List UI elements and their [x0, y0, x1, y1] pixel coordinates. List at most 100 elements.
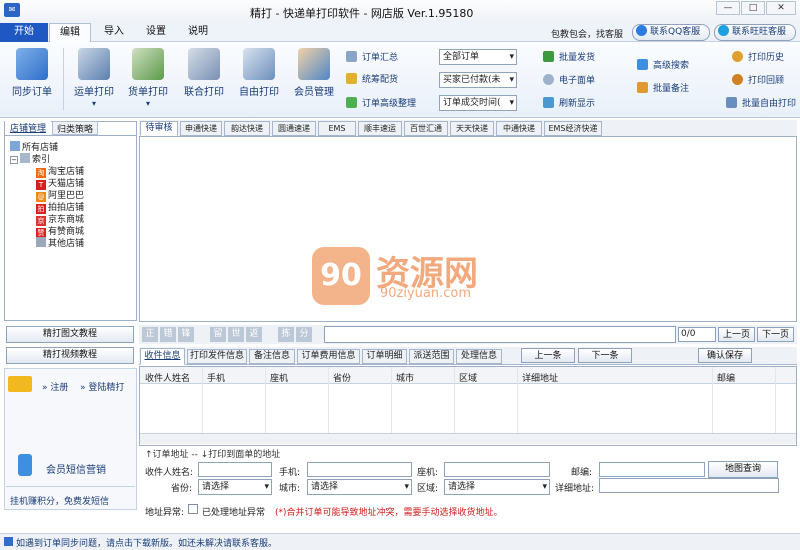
sidebar-tab-line: [4, 135, 137, 136]
grid-header-address: 详细地址: [522, 374, 559, 384]
chevron-down-icon: ▾: [145, 99, 150, 108]
e-waybill-button[interactable]: 电子面单: [543, 73, 595, 90]
tab-edit[interactable]: 编辑: [49, 23, 91, 42]
order-time-select[interactable]: 订单成交时间(: [439, 95, 517, 111]
next-record-button[interactable]: 下一条: [578, 348, 632, 363]
document-icon: [346, 51, 357, 62]
free-print-button[interactable]: 自由打印: [229, 46, 289, 106]
tab-carrier-pending[interactable]: 待审核: [140, 121, 178, 136]
quick-btn-6[interactable]: 返: [246, 327, 262, 342]
points-text: 挂机赚积分，免费发短信: [10, 497, 110, 507]
minimize-button[interactable]: —: [716, 1, 740, 15]
tab-carrier-best[interactable]: 百世汇通: [404, 121, 448, 136]
prev-record-button[interactable]: 上一条: [521, 348, 575, 363]
grid-scrollbar[interactable]: [140, 433, 796, 444]
province-label: 省份:: [171, 484, 193, 494]
confirm-save-button[interactable]: 确认保存: [698, 348, 752, 363]
batch-ship-button[interactable]: 批量发货: [543, 50, 595, 67]
member-manage-button[interactable]: 会员管理: [284, 46, 344, 106]
wangwang-service-button[interactable]: 联系旺旺客服: [714, 24, 796, 41]
phone-input[interactable]: [444, 462, 550, 477]
sync-orders-button[interactable]: 同步订单: [4, 46, 60, 106]
tab-remark-info[interactable]: 备注信息: [249, 349, 295, 364]
chevron-down-icon: ▾: [91, 99, 96, 108]
wangwang-service-label: 联系旺旺客服: [732, 27, 787, 37]
batch-remark-button[interactable]: 批量备注: [637, 81, 689, 98]
abnormal-checkbox[interactable]: [188, 504, 198, 514]
abnormal-label: 地址异常:: [145, 508, 185, 518]
waybill-print-button[interactable]: 运单打印 ▾: [64, 46, 124, 108]
tab-carrier-yto[interactable]: 圆通速递: [272, 121, 316, 136]
register-card-icon: [8, 376, 32, 392]
receiver-name-input[interactable]: [198, 462, 272, 477]
mobile-input[interactable]: [307, 462, 412, 477]
quick-btn-8[interactable]: 分: [296, 327, 312, 342]
tab-receiver-info[interactable]: 收件信息: [140, 348, 185, 365]
combined-printer-icon: [188, 48, 220, 80]
city-select[interactable]: 请选择: [307, 479, 412, 495]
quick-btn-2[interactable]: 错: [160, 327, 176, 342]
combined-print-button[interactable]: 联合打印: [174, 46, 234, 106]
stock-allocation-button[interactable]: 统筹配货: [346, 72, 398, 89]
order-filter-select[interactable]: 全部订单: [439, 49, 517, 65]
sms-marketing-link[interactable]: 会员短信营销: [46, 461, 106, 476]
batch-free-print-button[interactable]: 批量自由打印: [726, 96, 800, 113]
grid-header-zip: 邮编: [717, 374, 736, 384]
login-link[interactable]: » 登陆精打: [80, 380, 124, 393]
tab-start[interactable]: 开始: [0, 23, 48, 42]
tab-settings[interactable]: 设置: [136, 23, 176, 42]
tab-carrier-sf[interactable]: 顺丰速运: [358, 121, 402, 136]
filter-icon: [637, 59, 648, 70]
qq-service-button[interactable]: 联系QQ客服: [632, 24, 710, 41]
tab-help[interactable]: 说明: [178, 23, 218, 42]
province-select[interactable]: 请选择: [198, 479, 272, 495]
merge-warning: (*)合并订单可能导致地址冲突，需要手动选择收货地址。: [275, 508, 503, 518]
next-page-button[interactable]: 下一页: [757, 327, 794, 342]
order-summary-label: 订单汇总: [362, 53, 399, 63]
sidebar-tab-shops[interactable]: 店铺管理: [5, 121, 51, 135]
advanced-search-button[interactable]: 高级搜索: [637, 58, 689, 75]
order-summary-button[interactable]: 订单汇总: [346, 50, 398, 67]
print-history-button[interactable]: 打印历史: [732, 50, 784, 67]
tab-fee-info[interactable]: 订单费用信息: [297, 349, 360, 364]
payment-status-select[interactable]: 买家已付款(未: [439, 72, 517, 88]
tab-process-info[interactable]: 处理信息: [456, 349, 502, 364]
invoice-print-button[interactable]: 货单打印 ▾: [118, 46, 178, 108]
prev-page-button[interactable]: 上一页: [718, 327, 755, 342]
close-button[interactable]: ✕: [766, 1, 796, 15]
phone-label: 座机:: [417, 468, 439, 478]
watermark-logo-mark: 90: [312, 247, 370, 305]
tab-carrier-ems-eco[interactable]: EMS经济快递: [544, 121, 602, 136]
e-waybill-label: 电子面单: [559, 76, 596, 86]
quick-btn-3[interactable]: 锋: [178, 327, 194, 342]
maximize-button[interactable]: □: [741, 1, 765, 15]
quick-btn-7[interactable]: 拣: [278, 327, 294, 342]
map-search-button[interactable]: 地图查询: [708, 461, 778, 478]
print-review-button[interactable]: 打印回顾: [732, 73, 784, 90]
tab-sender-info[interactable]: 打印发件信息: [187, 349, 247, 364]
tab-import[interactable]: 导入: [94, 23, 134, 42]
zip-input[interactable]: [599, 462, 705, 477]
tab-carrier-yunda[interactable]: 韵达快递: [224, 121, 270, 136]
sidebar-tab-classify[interactable]: 归类策略: [52, 121, 98, 135]
area-select[interactable]: 请选择: [444, 479, 550, 495]
tab-carrier-sto[interactable]: 申通快递: [180, 121, 222, 136]
quick-btn-1[interactable]: 正: [142, 327, 158, 342]
tab-carrier-ems[interactable]: EMS: [318, 121, 356, 136]
quick-btn-4[interactable]: 留: [210, 327, 226, 342]
tab-carrier-tiantian[interactable]: 天天快递: [450, 121, 494, 136]
advanced-order-tidy-button[interactable]: 订单高级整理: [346, 96, 416, 113]
register-link[interactable]: » 注册: [42, 380, 68, 393]
tab-order-detail[interactable]: 订单明细: [362, 349, 407, 364]
tab-delivery-range[interactable]: 派送范围: [409, 349, 454, 364]
app-logo-icon: ✉: [4, 3, 20, 17]
video-tutorial-button[interactable]: 精打视频教程: [6, 347, 134, 364]
quick-btn-5[interactable]: 世: [228, 327, 244, 342]
shop-other[interactable]: 其他店铺: [36, 236, 84, 249]
refresh-button[interactable]: 刷新显示: [543, 96, 595, 113]
quick-search-input[interactable]: [324, 326, 676, 343]
detail-address-input[interactable]: [599, 478, 779, 493]
grid-header-area: 区域: [459, 374, 478, 384]
graphic-tutorial-button[interactable]: 精打图文教程: [6, 326, 134, 343]
tab-carrier-zto[interactable]: 中通快递: [496, 121, 542, 136]
